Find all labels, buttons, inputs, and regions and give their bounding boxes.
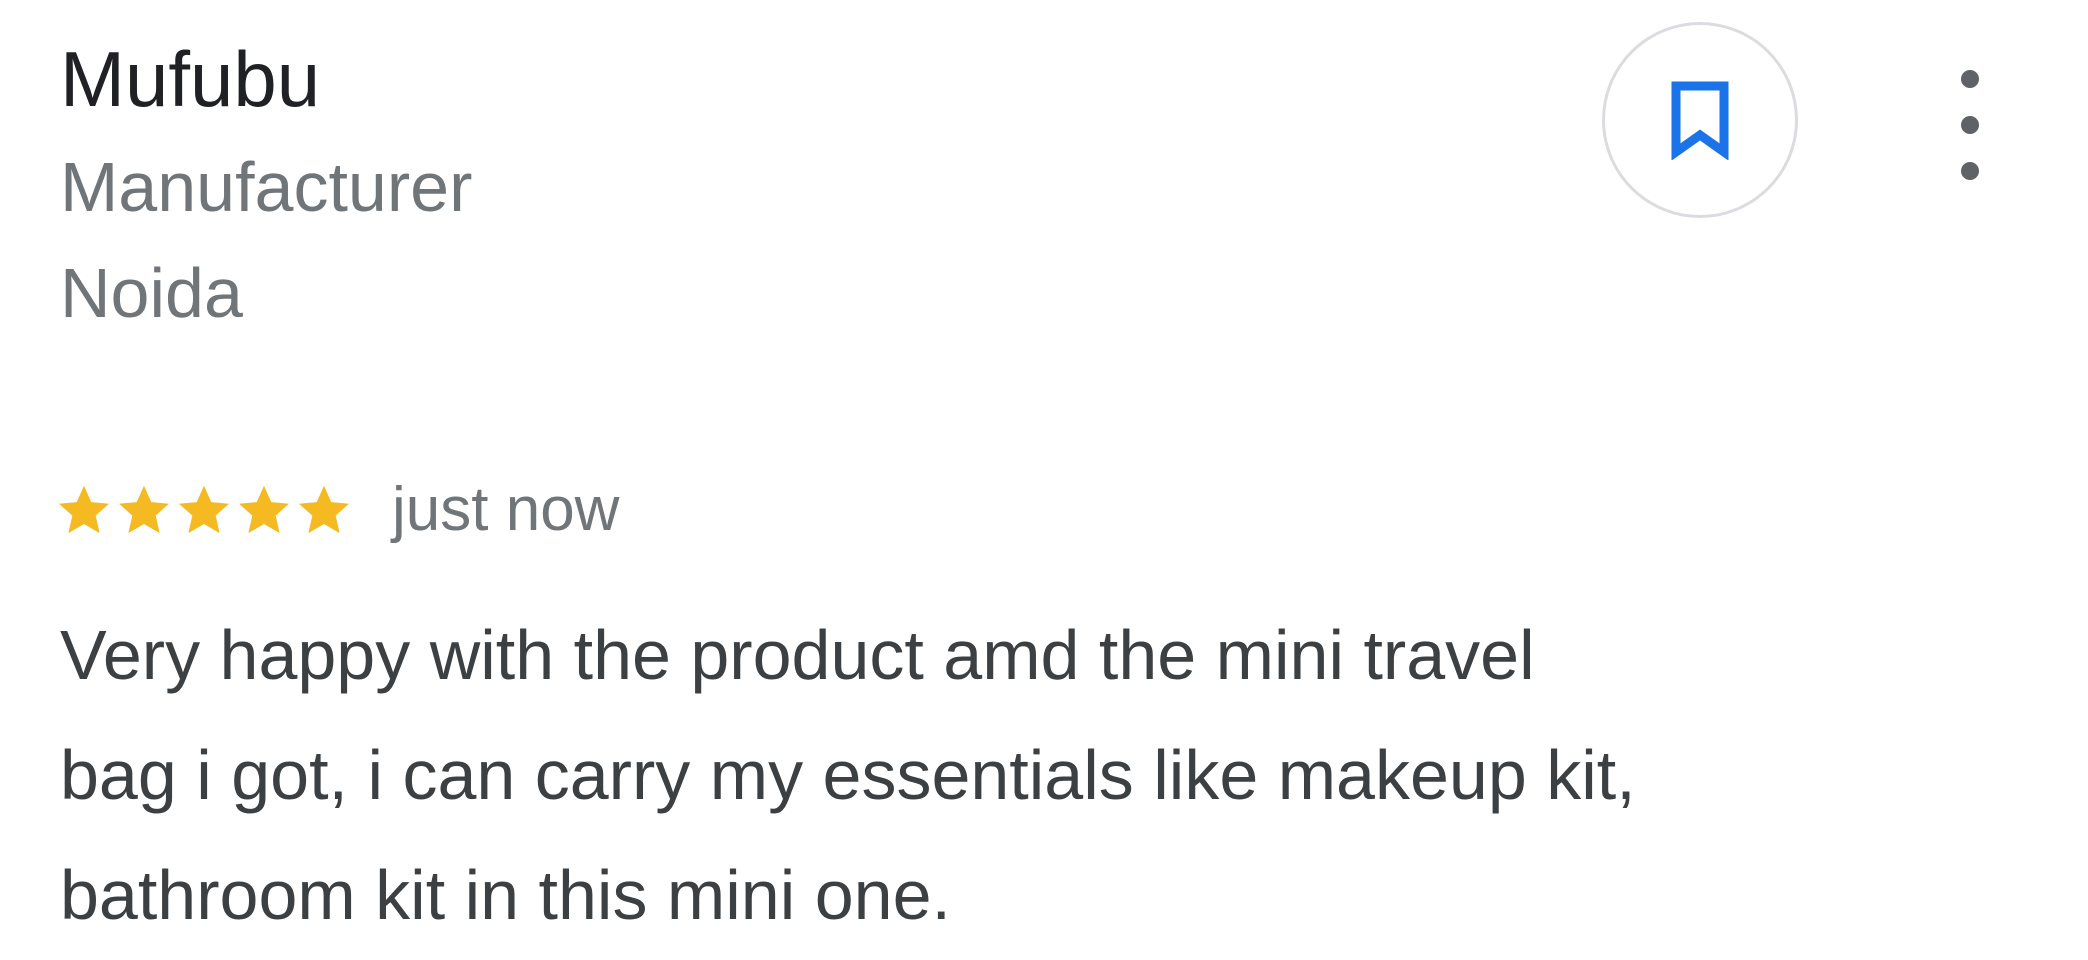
more-vert-icon-dot (1961, 116, 1979, 134)
review-card: Mufubu Manufacturer Noida just now Very … (0, 0, 2088, 960)
business-category: Manufacturer (60, 148, 473, 226)
star-rating (56, 482, 352, 538)
more-vert-icon-dot (1961, 70, 1979, 88)
review-timestamp: just now (392, 475, 620, 544)
star-icon (59, 485, 109, 534)
rating-row: just now (56, 470, 619, 550)
star-icon (239, 485, 289, 534)
save-button[interactable] (1602, 22, 1798, 218)
business-location: Noida (60, 254, 243, 332)
business-name[interactable]: Mufubu (60, 34, 320, 124)
review-text-line: Very happy with the product amd the mini… (60, 616, 1535, 694)
review-text-line: bag i got, i can carry my essentials lik… (60, 736, 1636, 814)
review-text-line: bathroom kit in this mini one. (60, 856, 951, 934)
review-text: Very happy with the product amd the mini… (60, 595, 1960, 955)
star-icon (119, 485, 169, 534)
bookmark-icon (1671, 81, 1729, 160)
star-icon (299, 485, 349, 534)
more-vert-icon-dot (1961, 162, 1979, 180)
more-options-button[interactable] (1940, 70, 2000, 180)
star-icon (179, 485, 229, 534)
